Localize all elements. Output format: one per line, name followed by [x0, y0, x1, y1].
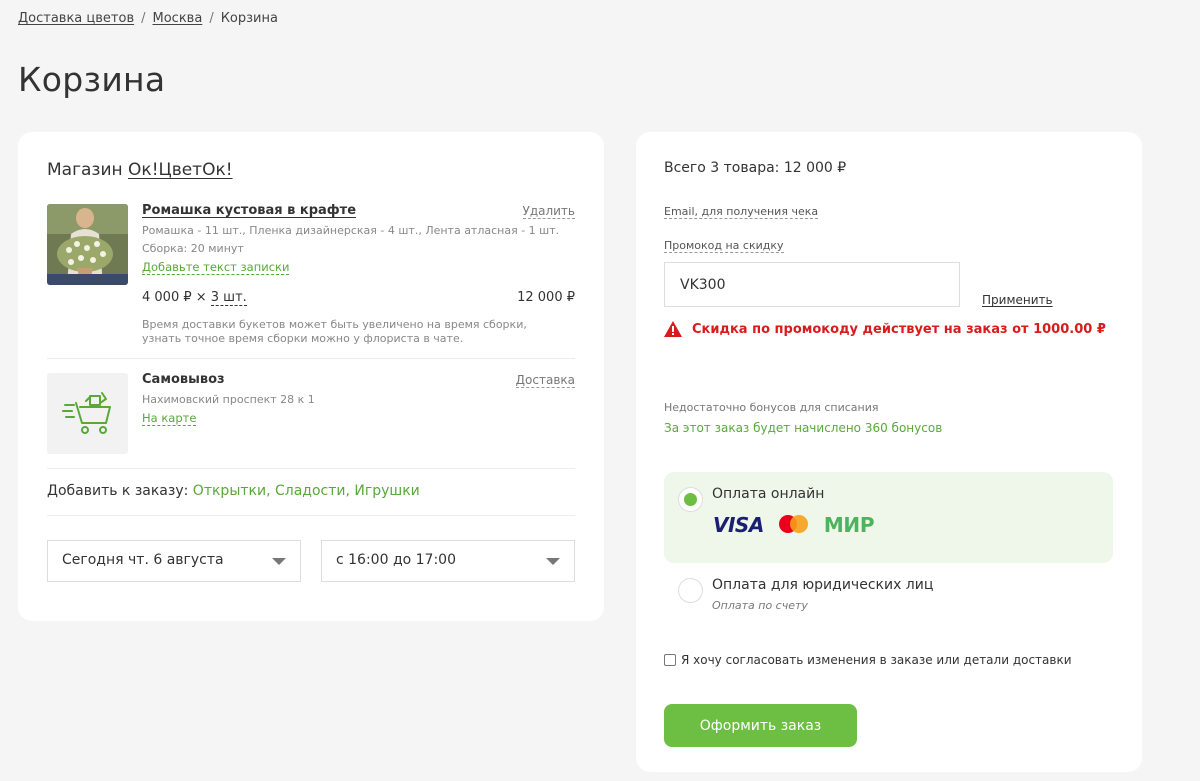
promo-code-toggle[interactable]: Промокод на скидку [664, 239, 784, 253]
delivery-time-value: с 16:00 до 17:00 [336, 552, 456, 568]
agreement-label: Я хочу согласовать изменения в заказе ил… [681, 653, 1072, 667]
warning-icon [664, 321, 682, 337]
payment-online-radio[interactable] [678, 487, 703, 512]
addon-sweets-link[interactable]: Сладости [275, 483, 346, 499]
addons-row: Добавить к заказу: Открытки, Сладости, И… [47, 483, 420, 499]
breadcrumb-link-moscow[interactable]: Москва [153, 11, 203, 26]
mir-logo: МИР [823, 513, 875, 537]
addon-separator: , [266, 483, 275, 499]
promo-error-message: Скидка по промокоду действует на заказ о… [664, 321, 1106, 337]
breadcrumb-current: Корзина [220, 11, 278, 26]
delivery-date-select[interactable]: Сегодня чт. 6 августа [47, 540, 301, 582]
cart-card: Магазин Ок!ЦветОк! Ромашка кустовая в кр… [18, 132, 604, 621]
pickup-image [47, 373, 128, 454]
switch-to-delivery-button[interactable]: Доставка [515, 373, 575, 388]
promo-code-input[interactable] [664, 262, 960, 307]
product-name-link[interactable]: Ромашка кустовая в крафте [142, 203, 356, 218]
agreement-row[interactable]: Я хочу согласовать изменения в заказе ил… [664, 653, 1072, 667]
visa-logo: VISA [713, 513, 764, 537]
payment-legal-label[interactable]: Оплата для юридических лиц [712, 577, 933, 593]
product-composition: Ромашка - 11 шт., Пленка дизайнерская - … [142, 224, 560, 237]
bouquet-photo-icon [47, 204, 128, 285]
breadcrumb-separator: / [209, 11, 214, 26]
page-title: Корзина [18, 60, 166, 99]
remove-product-button[interactable]: Удалить [522, 204, 575, 219]
order-summary-card: Всего 3 товара: 12 000 ₽ Email, для полу… [636, 132, 1142, 772]
add-note-link[interactable]: Добавьте текст записки [142, 260, 290, 275]
addons-label: Добавить к заказу: [47, 483, 193, 499]
assembly-info: Время доставки букетов может быть увелич… [142, 318, 527, 345]
shop-title: Магазин Ок!ЦветОк! [47, 160, 233, 180]
shop-prefix: Магазин [47, 160, 129, 180]
product-unit-price: 4 000 ₽ × [142, 290, 211, 305]
shop-link[interactable]: Ок!ЦветОк! [128, 160, 233, 180]
chevron-down-icon [272, 558, 286, 565]
promo-error-text: Скидка по промокоду действует на заказ о… [692, 321, 1106, 337]
addon-toys-link[interactable]: Игрушки [354, 483, 419, 499]
breadcrumb-link-flower-delivery[interactable]: Доставка цветов [18, 11, 134, 26]
payment-legal-radio[interactable] [678, 578, 703, 603]
payment-legal-sublabel: Оплата по счету [712, 599, 808, 612]
product-quantity-selector[interactable]: 3 шт. [210, 290, 247, 306]
divider [47, 358, 575, 359]
apply-promo-button[interactable]: Применить [982, 293, 1053, 307]
agreement-checkbox[interactable] [664, 654, 676, 666]
divider [47, 515, 575, 516]
chevron-down-icon [546, 558, 560, 565]
bonus-warning: Недостаточно бонусов для списания [664, 401, 879, 414]
mastercard-logo [778, 513, 809, 537]
place-order-button[interactable]: Оформить заказ [664, 704, 857, 747]
product-assembly-time: Сборка: 20 минут [142, 242, 244, 255]
delivery-date-value: Сегодня чт. 6 августа [62, 552, 224, 568]
pickup-title: Самовывоз [142, 372, 225, 387]
payment-option-online[interactable]: Оплата онлайн VISA МИР [664, 472, 1113, 563]
product-image[interactable] [47, 204, 128, 285]
breadcrumb: Доставка цветов / Москва / Корзина [18, 11, 278, 26]
email-receipt-toggle[interactable]: Email, для получения чека [664, 205, 819, 219]
product-price: 4 000 ₽ × 3 шт. [142, 290, 247, 306]
addon-cards-link[interactable]: Открытки [193, 483, 266, 499]
cart-pickup-icon [61, 391, 111, 434]
breadcrumb-separator: / [141, 11, 146, 26]
pickup-address: Нахимовский проспект 28 к 1 [142, 393, 315, 406]
order-total: Всего 3 товара: 12 000 ₽ [664, 160, 847, 176]
product-total: 12 000 ₽ [517, 290, 575, 305]
divider [47, 468, 575, 469]
payment-logos: VISA МИР [713, 513, 875, 537]
payment-online-label: Оплата онлайн [712, 486, 825, 502]
map-link[interactable]: На карте [142, 411, 197, 426]
bonus-earn: За этот заказ будет начислено 360 бонусо… [664, 421, 943, 435]
delivery-time-select[interactable]: с 16:00 до 17:00 [321, 540, 575, 582]
